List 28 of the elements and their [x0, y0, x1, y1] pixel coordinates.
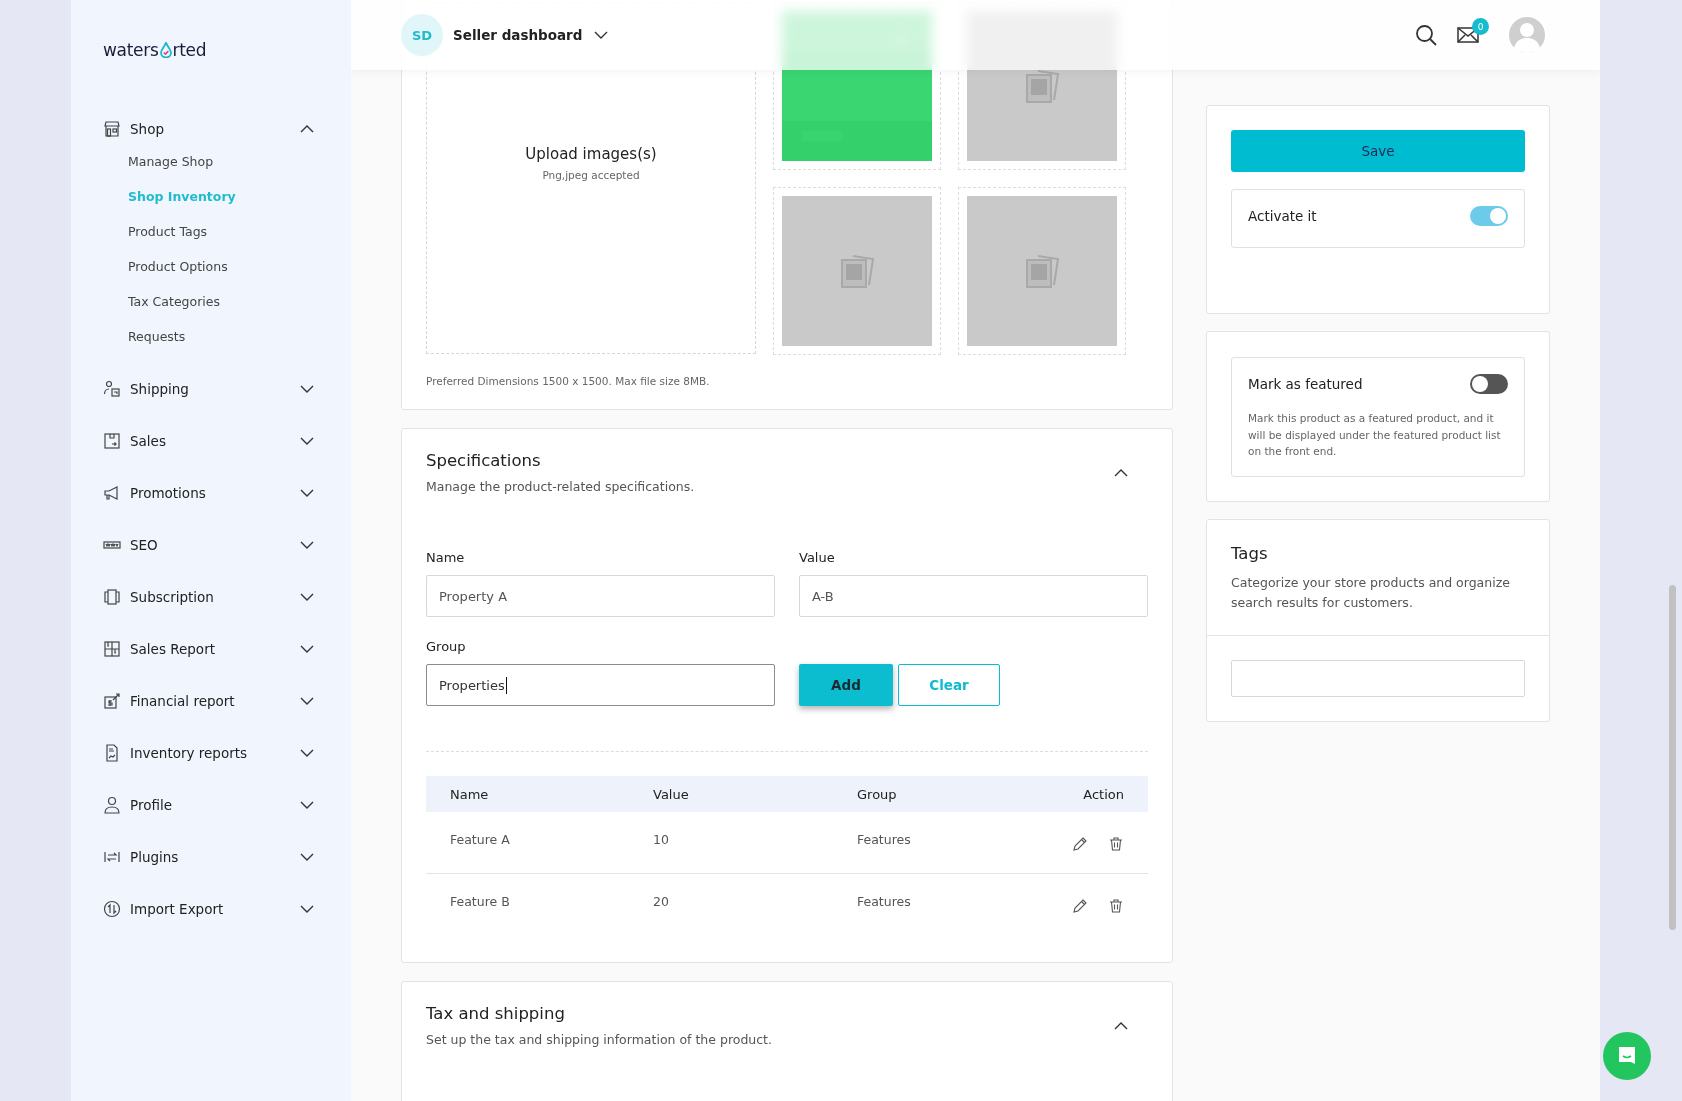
field-label: Name: [426, 550, 466, 565]
section-subtitle: Categorize your store products and organize search results for customers.: [1231, 573, 1511, 612]
section-title: Tax and shipping: [426, 1004, 566, 1023]
column-header: Group: [857, 786, 898, 802]
field-label: Group: [426, 639, 467, 654]
table-cell-text: Features: [857, 832, 912, 849]
upload-title: Upload images(s): [525, 145, 657, 163]
section-subtitle: Manage the product-related specifications.: [426, 479, 695, 494]
logo: waters rted: [103, 40, 207, 60]
table-cell-text: Feature B: [450, 894, 511, 911]
section-subtitle: Set up the tax and shipping information of the product.: [426, 1032, 772, 1047]
dimensions-note: Preferred Dimensions 1500 x 1500. Max file size 8MB.: [426, 375, 711, 387]
option-description: Mark this product as a featured product, and it will be displayed under the featured product list on the front end.: [1248, 411, 1502, 459]
upload-hint: Png,jpeg accepted: [542, 169, 640, 181]
initials-avatar: SD: [401, 14, 443, 56]
option-label: Activate it: [1248, 208, 1317, 224]
section-title: Specifications: [426, 451, 542, 470]
table-cell-text: 10: [653, 832, 670, 849]
section-title: Tags: [1231, 543, 1269, 563]
option-label: Mark as featured: [1248, 376, 1363, 392]
table-cell-text: Features: [857, 894, 912, 911]
field-label: Value: [799, 550, 836, 565]
column-header: Action: [1082, 786, 1124, 802]
table-cell-text: 20: [653, 894, 670, 911]
column-header: Value: [653, 786, 690, 802]
column-header: Name: [450, 786, 490, 802]
notification-badge: 0: [1472, 18, 1489, 35]
table-cell-text: Feature A: [450, 832, 511, 849]
